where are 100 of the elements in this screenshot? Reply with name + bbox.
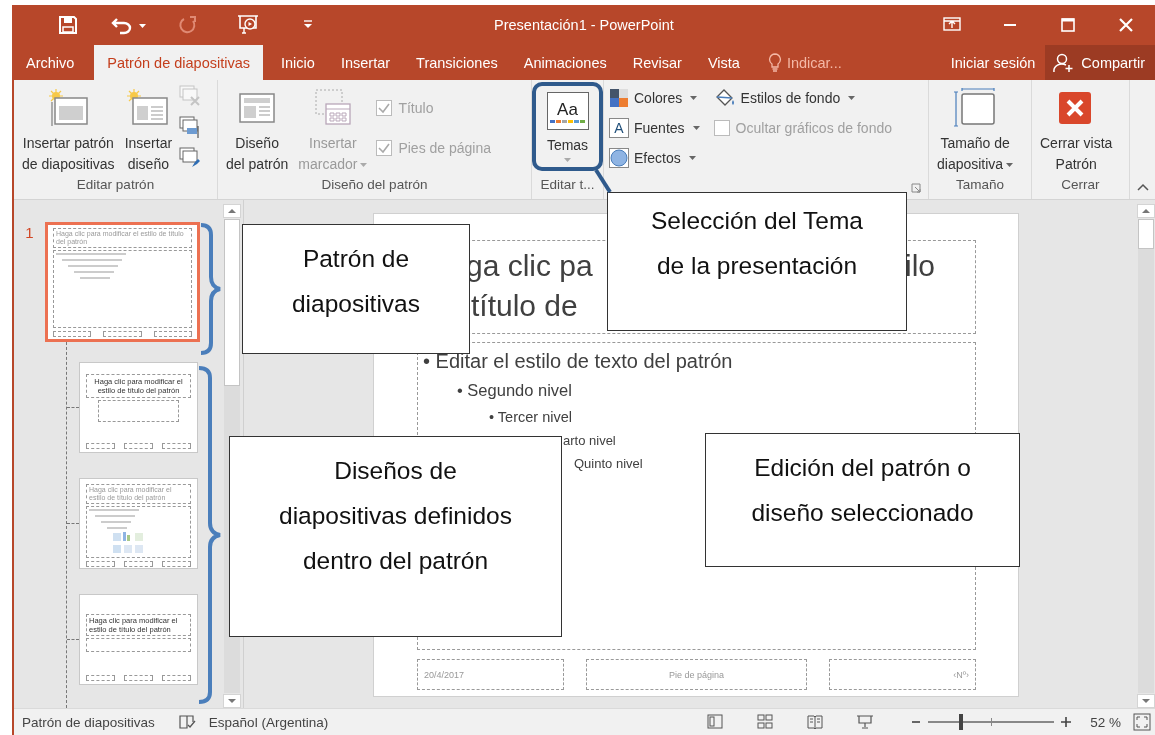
theme-sample-text: Aa bbox=[557, 99, 578, 120]
caret-icon bbox=[848, 96, 856, 100]
person-add-icon bbox=[1053, 52, 1076, 73]
language-label[interactable]: Español (Argentina) bbox=[208, 714, 329, 730]
slider-thumb[interactable] bbox=[958, 714, 963, 730]
ribbon-tab[interactable]: Revisar bbox=[620, 45, 694, 80]
ribbon-button[interactable]: Diseño del patrón bbox=[221, 83, 294, 175]
slide-size-icon bbox=[954, 88, 997, 128]
caret-icon bbox=[688, 156, 696, 160]
group-label: Diseño del patrón bbox=[320, 176, 429, 194]
bullet-text: • Segundo nivel bbox=[457, 380, 572, 402]
group-label: Editar patrón bbox=[75, 176, 156, 194]
font-sample-icon: A bbox=[609, 118, 629, 138]
ribbon-button[interactable]: Tamaño de diapositiva bbox=[932, 83, 1019, 175]
slide-title-text: título de bbox=[471, 289, 578, 323]
dialog-launcher-icon[interactable] bbox=[911, 183, 921, 193]
view-mode-label: Patrón de diapositivas bbox=[22, 714, 155, 730]
group-label: Cerrar bbox=[1060, 176, 1101, 194]
callout-box: Edición del patrón o diseño seleccionado bbox=[705, 433, 1020, 567]
ribbon-tab[interactable]: Animaciones bbox=[511, 45, 619, 80]
ribbon-tab[interactable]: Patrón de diapositivas bbox=[94, 45, 264, 80]
zoom-level[interactable]: 52 % bbox=[1090, 714, 1121, 730]
share-button[interactable]: Compartir bbox=[1045, 45, 1155, 80]
window-title: Presentación1 - PowerPoint bbox=[494, 17, 674, 33]
group-label: Editar t... bbox=[539, 176, 596, 194]
checkmark-icon bbox=[377, 101, 392, 115]
ribbon-tab[interactable]: Vista bbox=[695, 45, 752, 80]
ribbon-tab[interactable]: Archivo bbox=[14, 45, 87, 80]
normal-view-icon[interactable] bbox=[706, 713, 725, 731]
footer-placeholder bbox=[86, 675, 116, 681]
footer-field[interactable]: ‹Nº› bbox=[829, 659, 976, 690]
footer-placeholder bbox=[123, 561, 154, 567]
slide-title-text: ilo bbox=[905, 249, 935, 283]
zoom-in-icon[interactable] bbox=[1060, 716, 1073, 728]
insert-master-icon bbox=[47, 88, 90, 128]
scroll-down-icon[interactable] bbox=[1137, 694, 1155, 708]
caret-icon bbox=[690, 96, 698, 100]
effects-icon bbox=[609, 148, 629, 168]
scroll-up-icon[interactable] bbox=[223, 204, 241, 218]
scroll-thumb[interactable] bbox=[1138, 219, 1154, 249]
dropdown-button[interactable]: Colores bbox=[609, 88, 700, 108]
caret-icon bbox=[564, 158, 571, 162]
customize-icon[interactable] bbox=[303, 20, 313, 30]
bullet-text: • Tercer nivel bbox=[489, 407, 572, 427]
close-icon[interactable] bbox=[1117, 16, 1135, 34]
caret-icon bbox=[360, 163, 368, 168]
ribbon-button[interactable]: Cerrar vista Patrón bbox=[1035, 83, 1118, 175]
insert-layout-icon bbox=[127, 88, 170, 128]
ribbon-display-icon[interactable] bbox=[943, 16, 961, 34]
footer-placeholder bbox=[161, 443, 191, 449]
ribbon-tab[interactable]: Inicio bbox=[269, 45, 327, 80]
maximize-icon[interactable] bbox=[1059, 16, 1077, 34]
dropdown-button[interactable]: Efectos bbox=[609, 148, 700, 168]
footer-placeholder bbox=[161, 561, 191, 567]
undo-icon[interactable] bbox=[110, 15, 133, 35]
ribbon-button[interactable]: Aa Temas bbox=[532, 82, 603, 171]
presentation-icon[interactable] bbox=[237, 14, 259, 36]
ribbon-button[interactable]: Insertar patrón de diapositivas bbox=[17, 83, 120, 175]
ribbon-button[interactable]: Insertar diseño bbox=[119, 83, 178, 175]
footer-placeholder bbox=[123, 443, 154, 449]
footer-placeholder bbox=[53, 331, 92, 337]
footer-field[interactable]: 20/4/2017 bbox=[417, 659, 564, 690]
footer-placeholder bbox=[103, 331, 142, 337]
proofing-icon[interactable] bbox=[178, 714, 197, 730]
group-label: Tamaño bbox=[955, 176, 1005, 194]
slide-rename-icon[interactable] bbox=[179, 116, 202, 138]
scroll-up-icon[interactable] bbox=[1137, 204, 1155, 218]
save-icon[interactable] bbox=[58, 15, 78, 35]
lightbulb-icon bbox=[767, 52, 782, 73]
dropdown-button[interactable]: A Fuentes bbox=[609, 118, 700, 138]
ribbon-tab[interactable]: Insertar bbox=[328, 45, 403, 80]
slide-pin-icon[interactable] bbox=[179, 147, 202, 169]
tell-me-field[interactable]: Indicar... bbox=[767, 45, 842, 80]
callout-box: Patrón de diapositivas bbox=[242, 224, 470, 354]
collapse-caret-icon[interactable] bbox=[1136, 183, 1149, 191]
caret-icon bbox=[138, 24, 146, 28]
footer-placeholder bbox=[123, 675, 154, 681]
slideshow-icon[interactable] bbox=[856, 713, 875, 731]
ribbon-tab[interactable]: Transiciones bbox=[404, 45, 510, 80]
bullet-text: arto nivel bbox=[563, 432, 616, 451]
fit-slide-icon[interactable] bbox=[1133, 713, 1151, 731]
leader-line bbox=[594, 168, 612, 194]
callout-box: Diseños de diapositivas definidos dentro del patrón bbox=[229, 436, 562, 637]
footer-field[interactable]: Pie de página bbox=[586, 659, 807, 690]
reading-view-icon[interactable] bbox=[806, 713, 825, 731]
bullet-text: Quinto nivel bbox=[574, 455, 643, 474]
slide-number: 1 bbox=[25, 224, 34, 241]
footer-placeholder bbox=[86, 561, 116, 567]
dropdown-button[interactable]: Estilos de fondo bbox=[713, 88, 892, 108]
slide-sorter-icon[interactable] bbox=[756, 713, 775, 731]
caret-icon bbox=[1006, 163, 1014, 168]
scroll-down-icon[interactable] bbox=[223, 694, 241, 708]
sign-in-link[interactable]: Iniciar sesión bbox=[940, 45, 1046, 80]
callout-box: Selección del Tema de la presentación bbox=[607, 192, 907, 331]
footer-placeholder bbox=[153, 331, 192, 337]
caret-icon bbox=[692, 126, 700, 130]
footer-placeholder bbox=[86, 443, 116, 449]
scroll-thumb[interactable] bbox=[224, 219, 240, 386]
footer-placeholder bbox=[161, 675, 191, 681]
checkmark-icon bbox=[377, 141, 392, 155]
